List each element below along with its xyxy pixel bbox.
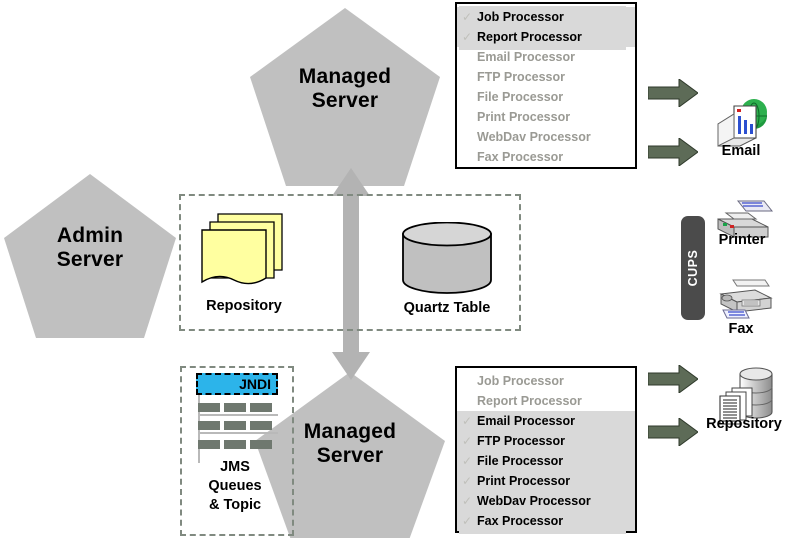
processor-row[interactable]: WebDav Processor (457, 127, 635, 147)
check-icon: ✓ (462, 10, 473, 24)
processor-list-top[interactable]: ✓ Job Processor ✓ Report Processor Email Pro… (455, 2, 637, 169)
processor-row[interactable]: ✓ File Processor (457, 451, 635, 471)
quartz-table-caption: Quartz Table (403, 300, 491, 316)
processor-row[interactable]: File Processor (457, 87, 635, 107)
printer-caption: Printer (718, 232, 766, 248)
processor-row[interactable]: Fax Processor (457, 147, 635, 167)
arrow-to-email-1 (647, 78, 699, 108)
email-caption: Email (721, 143, 761, 159)
processor-label: Report Processor (477, 30, 582, 44)
processor-row[interactable]: Print Processor (457, 107, 635, 127)
processor-row[interactable]: Job Processor (457, 371, 635, 391)
managed-server-top-label: Managed Server (298, 65, 392, 112)
processor-label: WebDav Processor (477, 494, 591, 508)
jms-bar (224, 421, 246, 430)
jms-bar (250, 421, 272, 430)
processor-label: Print Processor (477, 110, 571, 124)
processor-label: WebDav Processor (477, 130, 591, 144)
processor-row[interactable]: ✓ Job Processor (457, 7, 635, 27)
processor-row[interactable]: Report Processor (457, 391, 635, 411)
processor-label: FTP Processor (477, 434, 566, 448)
processor-row[interactable]: ✓ Email Processor (457, 411, 635, 431)
jms-bar (198, 440, 220, 449)
fax-caption: Fax (728, 321, 754, 337)
admin-server-label: Admin Server (56, 224, 124, 271)
processor-label: File Processor (477, 454, 564, 468)
processor-row[interactable]: ✓ Report Processor (457, 27, 635, 47)
processor-label: Report Processor (477, 394, 582, 408)
processor-row[interactable]: ✓ FTP Processor (457, 431, 635, 451)
diagram-canvas: Managed Server Admin Server Managed Serv… (0, 0, 791, 538)
jndi-node: JNDI (196, 373, 278, 395)
processor-row[interactable]: ✓ Fax Processor (457, 511, 635, 531)
jms-bar (224, 440, 246, 449)
quartz-table-icon (399, 221, 495, 294)
admin-server-node: Admin Server (4, 174, 176, 338)
check-icon: ✓ (462, 414, 473, 428)
processor-row[interactable]: ✓ WebDav Processor (457, 491, 635, 511)
jms-caption: JMS Queues & Topic (208, 459, 262, 513)
repository-icon (196, 212, 292, 290)
processor-label: Fax Processor (477, 514, 564, 528)
jms-bar (250, 440, 272, 449)
check-icon: ✓ (462, 474, 473, 488)
cups-service: CUPS (681, 216, 705, 320)
arrow-to-repository-2 (647, 417, 699, 447)
jms-bar (198, 403, 220, 412)
arrow-to-repository-1 (647, 364, 699, 394)
processor-label: File Processor (477, 90, 564, 104)
check-icon: ✓ (462, 494, 473, 508)
processor-row[interactable]: Email Processor (457, 47, 635, 67)
managed-server-top-node: Managed Server (250, 8, 440, 186)
jms-bar (224, 403, 246, 412)
jms-bar (198, 421, 220, 430)
processor-row[interactable]: FTP Processor (457, 67, 635, 87)
processor-label: Job Processor (477, 374, 564, 388)
processor-list-bottom[interactable]: Job Processor Report Processor ✓ Email Proc… (455, 366, 637, 534)
jms-divider (198, 432, 278, 434)
processor-label: Fax Processor (477, 150, 564, 164)
processor-row[interactable]: ✓ Print Processor (457, 471, 635, 491)
email-icon (712, 98, 768, 148)
processor-label: Print Processor (477, 474, 571, 488)
external-repository-caption: Repository (706, 416, 782, 432)
check-icon: ✓ (462, 30, 473, 44)
check-icon: ✓ (462, 514, 473, 528)
check-icon: ✓ (462, 454, 473, 468)
processor-label: Job Processor (477, 10, 564, 24)
fax-icon (711, 278, 775, 324)
repository-caption: Repository (206, 298, 282, 314)
processor-label: Email Processor (477, 50, 575, 64)
processor-label: FTP Processor (477, 70, 566, 84)
processor-label: Email Processor (477, 414, 575, 428)
jms-bar (250, 403, 272, 412)
jms-divider (198, 414, 278, 416)
cups-label: CUPS (686, 249, 700, 287)
arrow-to-email-2 (647, 137, 699, 167)
check-icon: ✓ (462, 434, 473, 448)
